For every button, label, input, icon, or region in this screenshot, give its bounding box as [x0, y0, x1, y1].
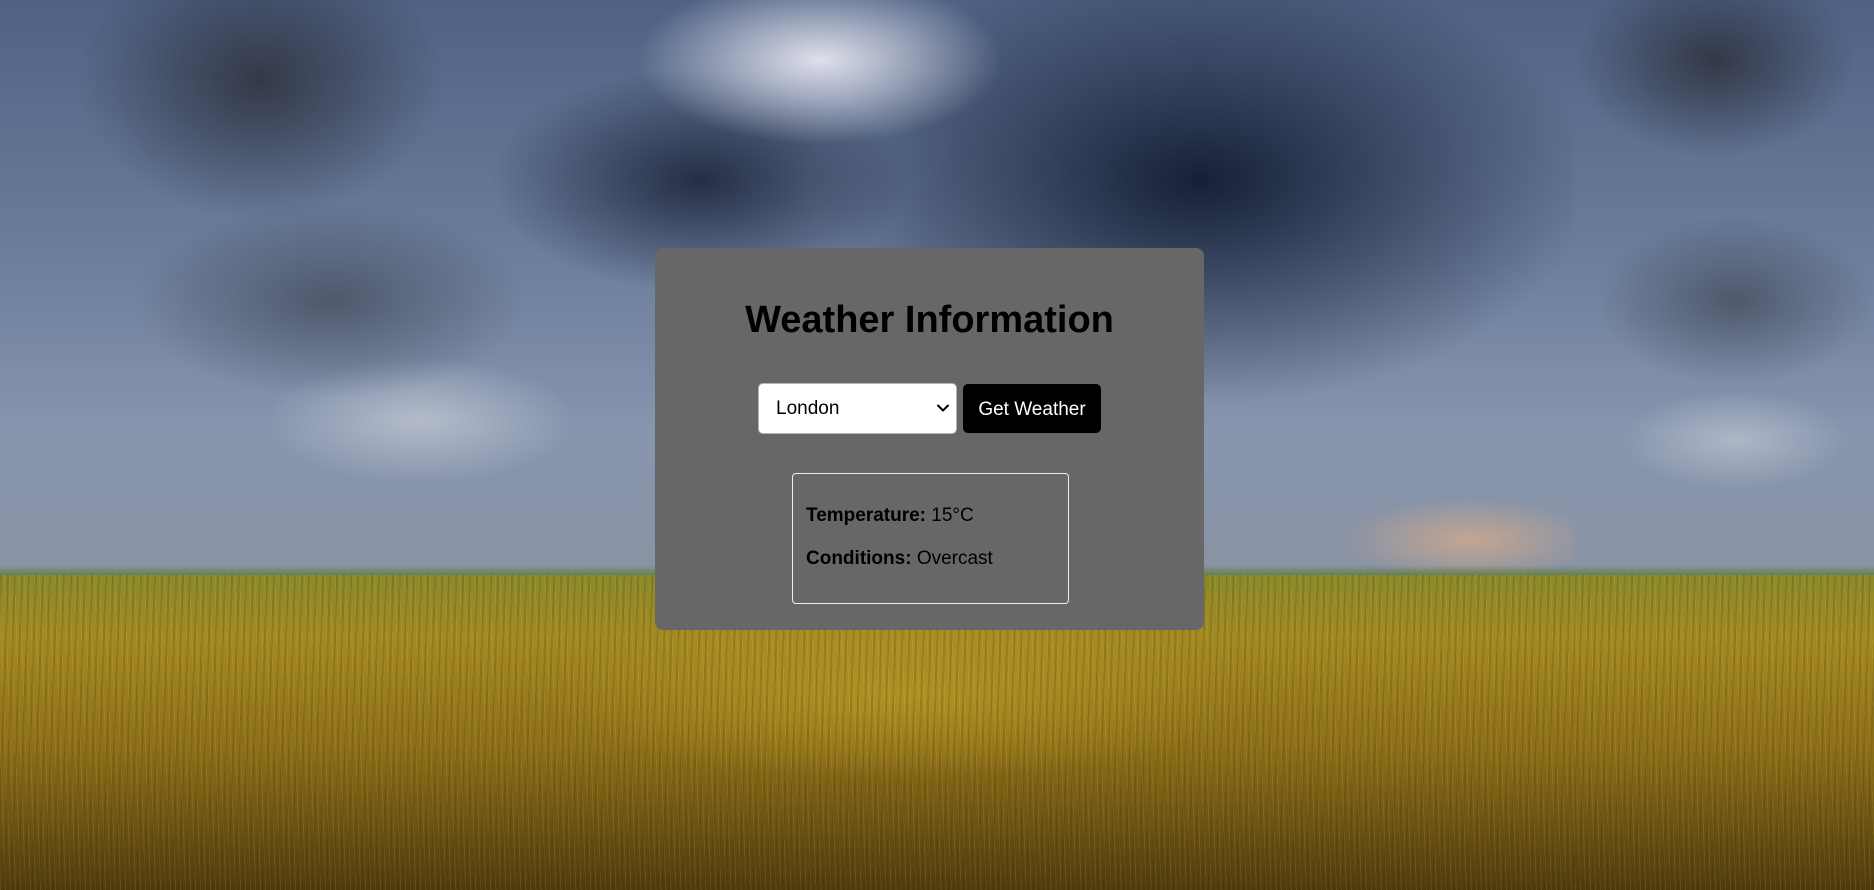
wheat-field-repeat: [1575, 575, 1874, 890]
weather-controls: London Get Weather: [758, 383, 1101, 434]
background-image-repeat: [1575, 0, 1874, 890]
temperature-label: Temperature:: [806, 505, 927, 526]
city-select[interactable]: London: [758, 383, 957, 434]
chevron-down-icon: [937, 404, 949, 412]
weather-card: Weather Information London Get Weather T…: [655, 248, 1204, 630]
conditions-row: Conditions: Overcast: [806, 547, 993, 571]
page-title: Weather Information: [745, 299, 1114, 341]
city-select-value: London: [776, 398, 840, 419]
cloudy-sky-repeat: [1575, 0, 1874, 575]
weather-result: Temperature: 15°C Conditions: Overcast: [792, 473, 1069, 604]
temperature-row: Temperature: 15°C: [806, 504, 974, 528]
temperature-value: 15°C: [931, 505, 974, 526]
conditions-value: Overcast: [916, 548, 993, 569]
get-weather-button[interactable]: Get Weather: [963, 384, 1101, 433]
conditions-label: Conditions:: [806, 548, 912, 569]
